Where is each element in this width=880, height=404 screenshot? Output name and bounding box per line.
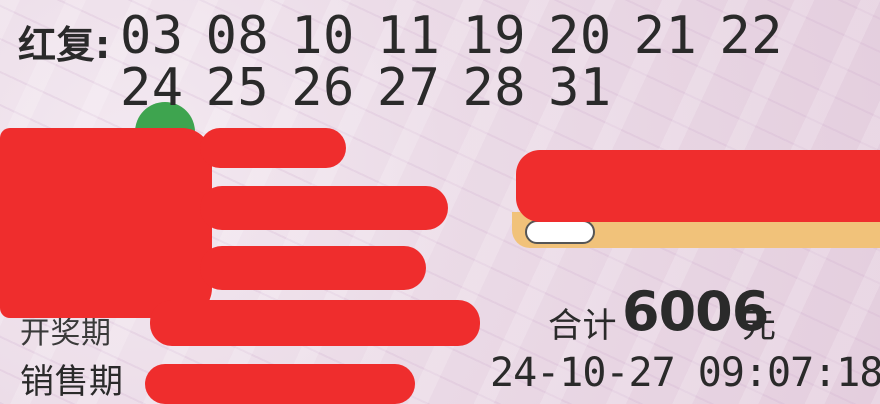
sale-period-label: 销售期 xyxy=(20,362,124,402)
redaction-block xyxy=(0,128,212,318)
ticket-number: 28 xyxy=(462,58,527,118)
ticket-number: 24 xyxy=(120,58,184,118)
ticket-number: 22 xyxy=(719,6,783,66)
ticket-number: 20 xyxy=(548,6,612,66)
redaction-block xyxy=(150,300,480,346)
ticket-number: 10 xyxy=(291,6,355,66)
red-complex-label: 红复: xyxy=(18,23,111,67)
ticket-number: 08 xyxy=(205,6,270,66)
sale-datetime: 24-10-27 09:07:18 xyxy=(490,350,880,396)
redaction-block xyxy=(200,246,426,290)
total-unit: 元 xyxy=(742,306,777,346)
ticket-number: 26 xyxy=(291,58,355,118)
ticket-number: 19 xyxy=(462,6,527,66)
redaction-block xyxy=(200,128,346,168)
redaction-block xyxy=(200,186,448,230)
ticket-number: 21 xyxy=(633,6,698,66)
mascot-eye-decor xyxy=(525,220,595,244)
ticket-number: 03 xyxy=(120,6,184,66)
number-row-1: 03 08 10 11 19 20 21 22 xyxy=(120,6,805,66)
number-row-2: 24 25 26 27 28 31 xyxy=(120,58,634,118)
redaction-block xyxy=(145,364,415,404)
redaction-block xyxy=(516,150,880,222)
ticket-number: 25 xyxy=(205,58,270,118)
total-label: 合计 xyxy=(548,306,617,346)
ticket-number: 27 xyxy=(376,58,441,118)
ticket-number: 11 xyxy=(376,6,441,66)
lottery-ticket: 红复: 03 08 10 11 19 20 21 22 24 25 26 27 28 31 开奖期 销售… xyxy=(0,0,880,404)
ticket-number: 31 xyxy=(548,58,612,118)
